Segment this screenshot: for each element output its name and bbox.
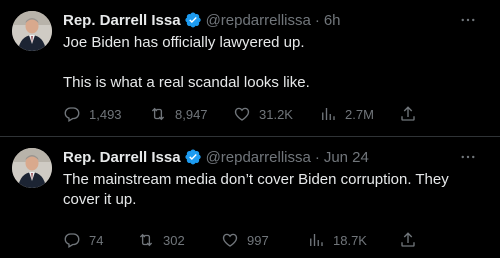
tweet-actions: 1,493 8,947 31.2K 2.7M: [63, 104, 483, 124]
more-options-icon[interactable]: [458, 147, 478, 167]
reply-button[interactable]: 74: [63, 230, 103, 250]
author-name[interactable]: Rep. Darrell Issa: [63, 12, 181, 29]
tweet-header: Rep. Darrell Issa @repdarrellissa · 6h: [63, 10, 341, 30]
views-button[interactable]: 18.7K: [307, 230, 367, 250]
views-button[interactable]: 2.7M: [319, 104, 374, 124]
view-count: 2.7M: [345, 106, 374, 122]
reply-icon: [64, 233, 80, 248]
share-button[interactable]: [399, 230, 425, 250]
tweet-text-line: This is what a real scandal looks like.: [63, 74, 310, 91]
retweet-count: 8,947: [175, 106, 208, 122]
like-count: 31.2K: [259, 106, 293, 122]
heart-icon: [234, 107, 250, 121]
share-icon: [401, 232, 415, 247]
tweet[interactable]: Rep. Darrell Issa @repdarrellissa · Jun …: [0, 137, 500, 258]
avatar[interactable]: [12, 148, 52, 188]
verified-badge-icon: [184, 11, 202, 29]
retweet-icon: [151, 107, 165, 121]
avatar-photo-icon: [12, 11, 52, 51]
more-options-icon[interactable]: [458, 10, 478, 30]
retweet-icon: [139, 233, 153, 247]
tweet-text: The mainstream media don’t cover Biden c…: [63, 171, 449, 208]
heart-icon: [222, 233, 238, 247]
reply-count: 1,493: [89, 106, 122, 122]
author-name[interactable]: Rep. Darrell Issa: [63, 149, 181, 166]
tweet[interactable]: Rep. Darrell Issa @repdarrellissa · 6h J…: [0, 0, 500, 137]
like-button[interactable]: 31.2K: [233, 104, 293, 124]
avatar-photo-icon: [12, 148, 52, 188]
views-chart-icon: [310, 234, 323, 246]
like-count: 997: [247, 232, 269, 248]
share-button[interactable]: [399, 104, 425, 124]
author-handle[interactable]: @repdarrellissa: [206, 12, 311, 29]
author-handle[interactable]: @repdarrellissa: [206, 149, 311, 166]
retweet-count: 302: [163, 232, 185, 248]
view-count: 18.7K: [333, 232, 367, 248]
avatar[interactable]: [12, 11, 52, 51]
separator-dot: ·: [314, 11, 320, 29]
reply-button[interactable]: 1,493: [63, 104, 122, 124]
share-icon: [401, 106, 415, 121]
timestamp[interactable]: Jun 24: [324, 149, 369, 166]
verified-badge-icon: [184, 148, 202, 166]
tweet-text-line: Joe Biden has officially lawyered up.: [63, 34, 305, 51]
reply-icon: [64, 107, 80, 122]
retweet-button[interactable]: 8,947: [149, 104, 208, 124]
views-chart-icon: [322, 108, 335, 120]
retweet-button[interactable]: 302: [137, 230, 185, 250]
reply-count: 74: [89, 232, 104, 248]
separator-dot: ·: [314, 148, 320, 166]
like-button[interactable]: 997: [221, 230, 269, 250]
timestamp[interactable]: 6h: [324, 12, 341, 29]
tweet-actions: 74 302 997 18.7K: [63, 230, 483, 250]
tweet-header: Rep. Darrell Issa @repdarrellissa · Jun …: [63, 147, 369, 167]
